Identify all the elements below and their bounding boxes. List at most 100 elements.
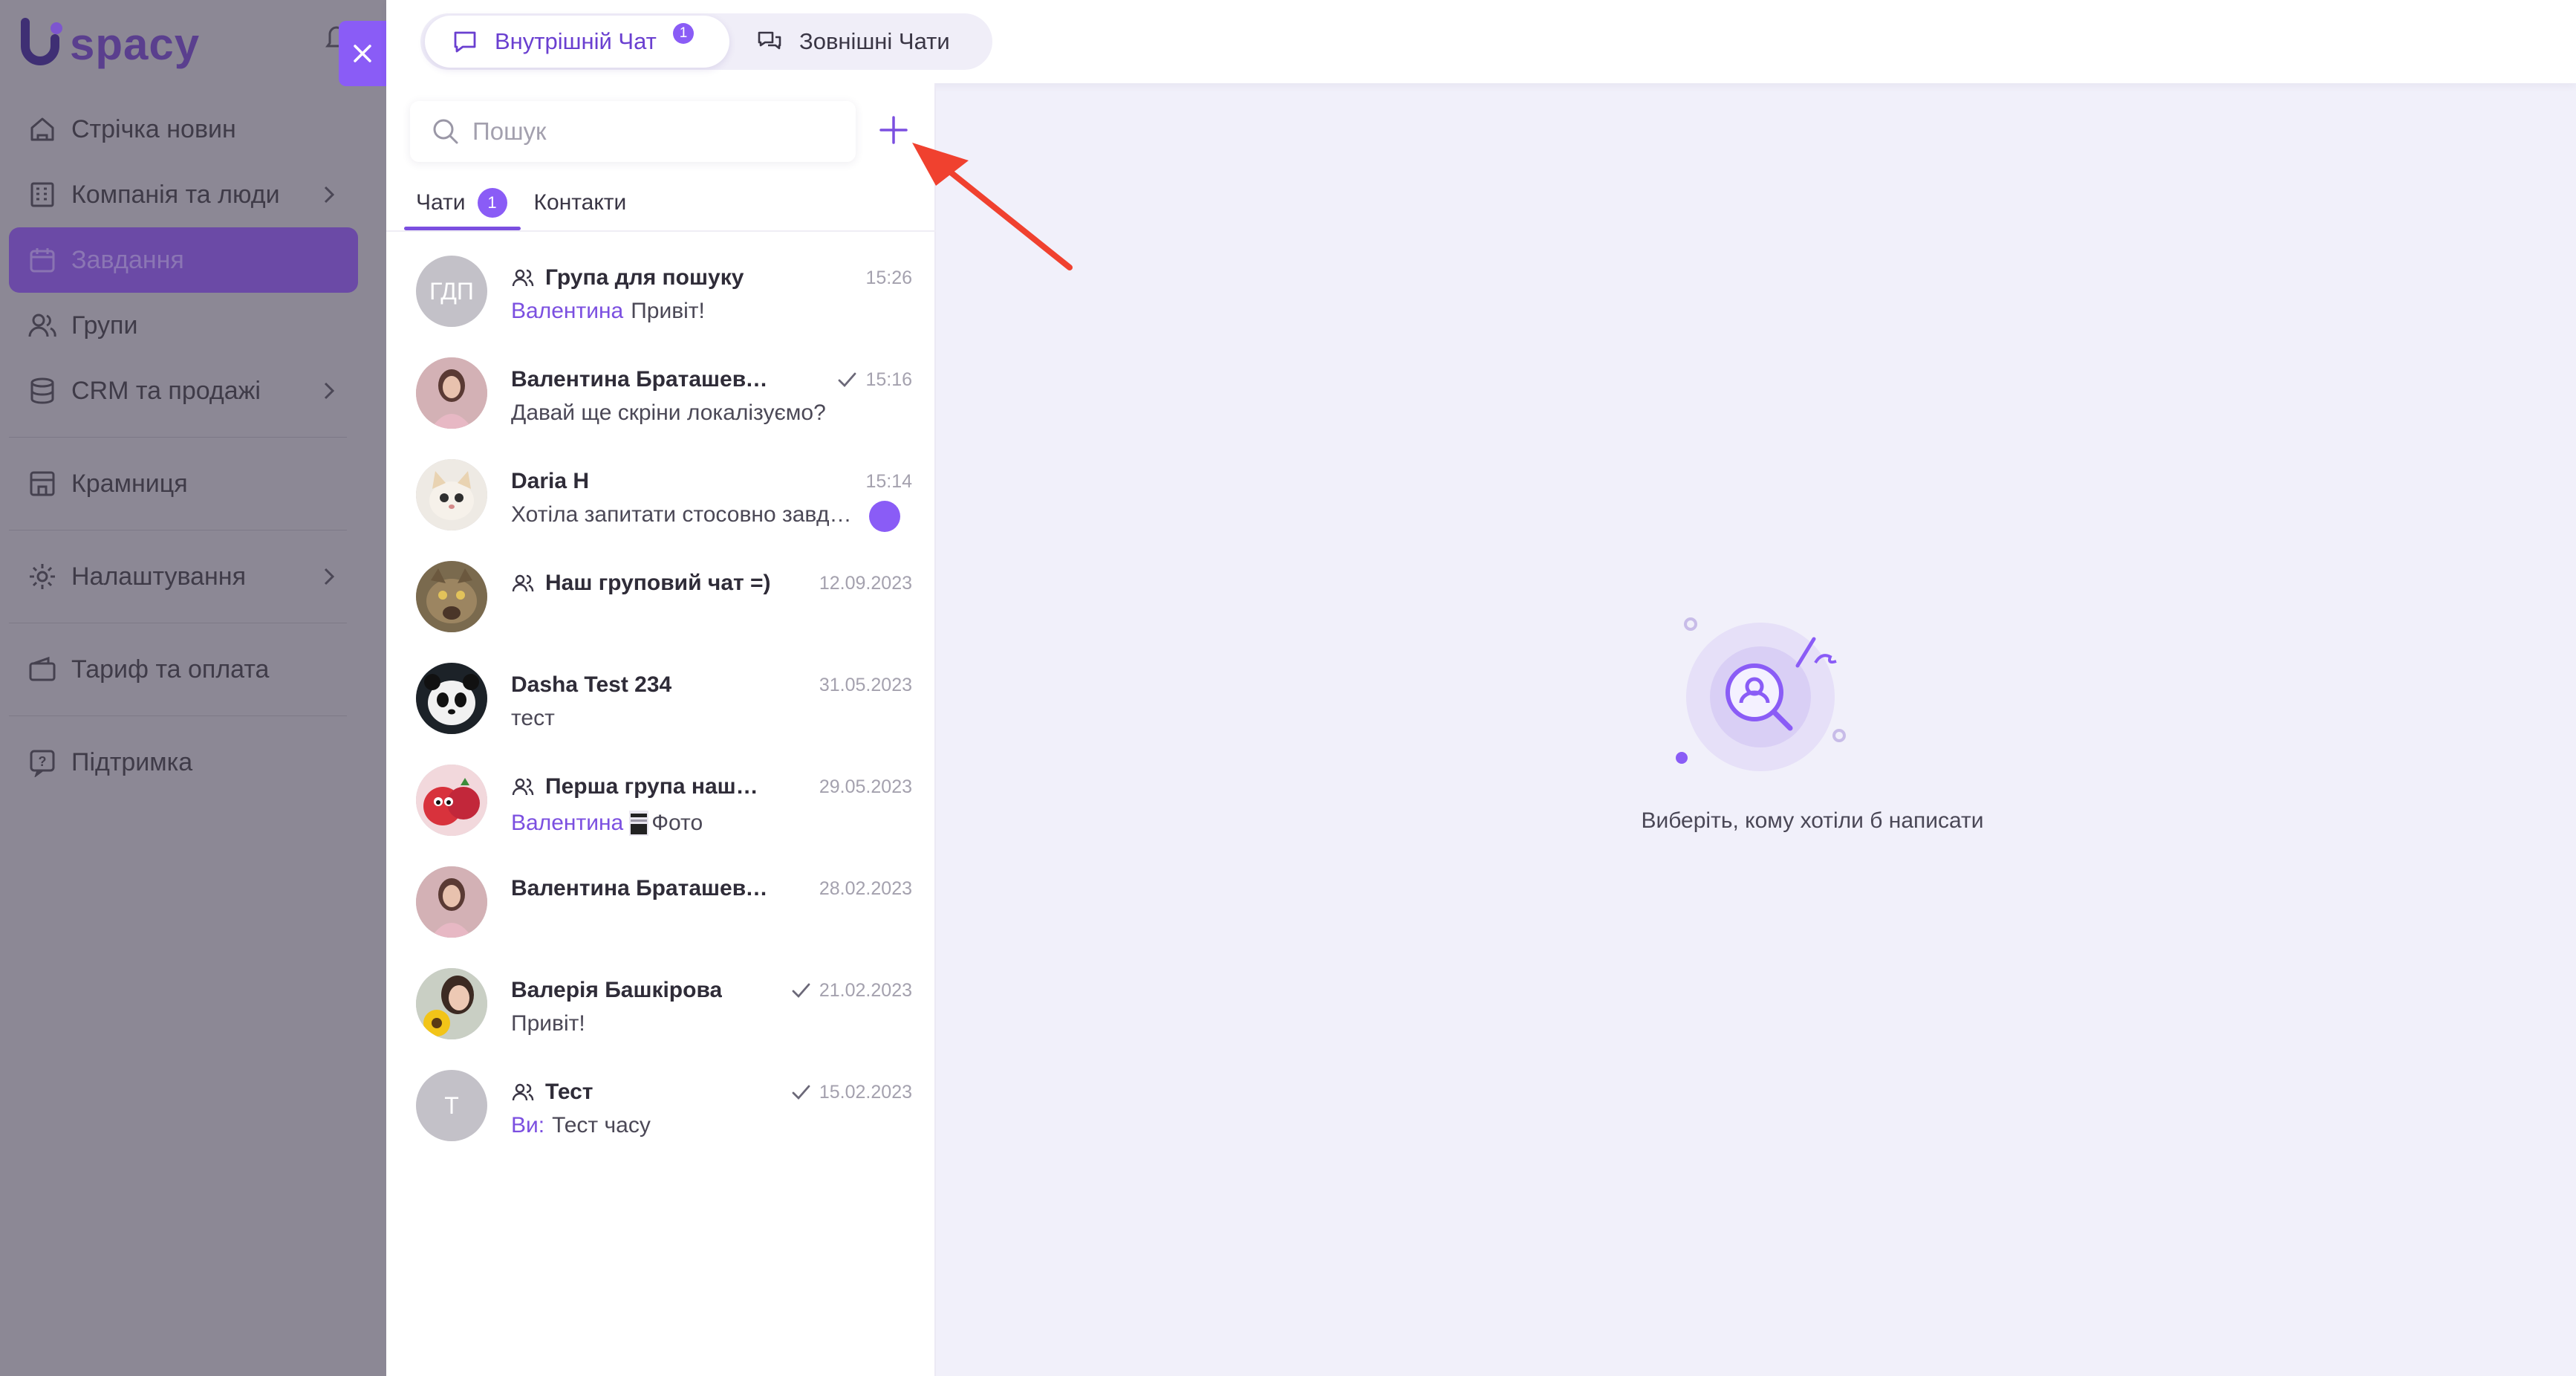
search-input[interactable] [472,117,829,146]
tab-label: Чати [416,190,466,215]
chat-header: Валерія Башкірова 21.02.2023 [511,976,912,1005]
sidebar-item-crm[interactable]: CRM та продажі [9,358,358,423]
chat-list-item[interactable]: Перша група нашого офісу 29.05.2023 Вале… [386,750,936,851]
sidebar-item-settings[interactable]: Налаштування [9,544,358,609]
help-icon: ? [27,747,58,778]
chat-time: 15:16 [865,369,912,390]
chat-panel: Внутрішній Чат 1 Зовнішні Чати Чати 1 Ко… [386,0,2576,1376]
logo[interactable]: spacy [19,18,200,70]
wallet-icon [27,654,58,685]
avatar [416,866,487,938]
chat-time: 21.02.2023 [819,979,912,1001]
chat-list-item[interactable]: Валерія Башкірова 21.02.2023 Привіт! [386,953,936,1055]
sidebar-item-label: Тариф та оплата [71,655,270,684]
search-box [410,101,856,162]
chat-list-item[interactable]: ГДП Група для пошуку 15:26 Валентина Прив… [386,241,936,343]
chat-time-wrap: 21.02.2023 [790,976,912,1005]
avatar [416,459,487,530]
divider [9,715,347,716]
sidebar-item-label: CRM та продажі [71,376,261,405]
avatar-photo [416,357,487,429]
sidebar-item-support[interactable]: ? Підтримка [9,730,358,795]
avatar [416,561,487,632]
chat-name: Валерія Башкірова [511,978,723,1002]
home-icon [27,114,58,145]
tab-external-chats[interactable]: Зовнішні Чати [729,16,977,68]
close-chat-button[interactable] [339,21,386,86]
message-text: тест [511,706,555,730]
group-icon [512,269,534,287]
tab-contacts[interactable]: Контакти [521,178,640,227]
store-icon [27,468,58,499]
svg-text:?: ? [39,754,47,769]
chevron-right-icon [324,186,335,204]
avatar [416,663,487,734]
message-text: Тест часу [552,1113,651,1138]
chat-list-item[interactable]: Валентина Браташевська 15:16 Давай ще ск… [386,343,936,444]
chat-time: 29.05.2023 [819,776,912,797]
unread-badge: 1 [673,23,694,44]
chat-time-wrap: 15.02.2023 [790,1077,912,1107]
empty-state-illustration [1676,617,1846,771]
search-icon [433,119,458,144]
avatar-photo [416,459,487,530]
tab-internal-chat[interactable]: Внутрішній Чат 1 [425,16,729,68]
chat-list-item[interactable]: Наш груповий чат =) 12.09.2023 [386,546,936,648]
avatar [416,765,487,836]
chat-list-item[interactable]: Dasha Test 234 31.05.2023 тест [386,648,936,750]
group-icon [512,574,534,592]
group-icon [512,778,534,796]
chat-list-item[interactable]: Валентина Браташевська 28.02.2023 [386,851,936,953]
sidebar-item-billing[interactable]: Тариф та оплата [9,637,358,702]
chat-preview: тест [511,706,897,731]
chat-name: Наш груповий чат =) [545,571,771,595]
chat-header: Валентина Браташевська 28.02.2023 [511,874,912,903]
chat-name: Тест [545,1080,593,1104]
sidebar-item-tasks[interactable]: Завдання [9,227,358,293]
chat-preview: Ви: Тест часу [511,1113,897,1138]
chat-header: Daria H 15:14 [511,467,912,496]
chat-time: 31.05.2023 [819,674,912,695]
chat-header: Dasha Test 234 31.05.2023 [511,670,912,700]
message-text: Фото [651,811,703,835]
chat-time-wrap: 12.09.2023 [819,568,912,598]
chat-name: Daria H [511,469,590,493]
unread-indicator [869,501,900,532]
gear-icon [27,561,58,592]
avatar-photo [416,561,487,632]
chat-time-wrap: 15:14 [865,467,912,496]
sidebar-item-groups[interactable]: Групи [9,293,358,358]
avatar: ГДП [416,256,487,327]
chat-list-panel: Чати 1 Контакти ГДП Група для пошуку 15:… [386,83,936,1376]
chat-time-wrap: 29.05.2023 [819,772,912,802]
chat-time-wrap: 15:16 [836,365,912,395]
sidebar-item-store[interactable]: Крамниця [9,451,358,516]
avatar-initials: Т [444,1091,459,1119]
message-text: Привіт! [631,299,705,323]
chat-header: Наш груповий чат =) 12.09.2023 [511,568,912,598]
chat-time: 12.09.2023 [819,572,912,594]
tab-chats[interactable]: Чати 1 [403,178,521,230]
sidebar-item-news[interactable]: Стрічка новин [9,97,358,162]
photo-thumbnail-icon [629,811,649,836]
group-icon [512,1083,534,1101]
chat-name: Перша група нашого офісу [545,774,768,799]
calendar-icon [27,244,58,276]
chat-time-wrap: 28.02.2023 [819,874,912,903]
chat-list: ГДП Група для пошуку 15:26 Валентина Прив… [386,241,936,1157]
chat-preview: Привіт! [511,1011,897,1036]
chat-name: Валентина Браташевська [511,876,778,900]
annotation-arrow [912,143,1073,270]
chat-name: Dasha Test 234 [511,672,672,697]
avatar-photo [416,663,487,734]
chat-preview: Давай ще скріни локалізуємо? [511,400,897,426]
chat-list-item[interactable]: Daria H 15:14 Хотіла запитати стосовно з… [386,444,936,546]
chat-time-wrap: 31.05.2023 [819,670,912,700]
chat-time: 28.02.2023 [819,877,912,899]
sidebar-item-label: Завдання [71,245,184,274]
read-check-icon [792,983,810,999]
sidebar: spacy Стрічка новин Компанія та люди Зав… [0,0,386,1376]
chat-list-item[interactable]: Т Тест 15.02.2023 Ви: Тест часу [386,1055,936,1157]
chat-bubbles-icon [758,31,781,50]
sidebar-item-company[interactable]: Компанія та люди [9,162,358,227]
